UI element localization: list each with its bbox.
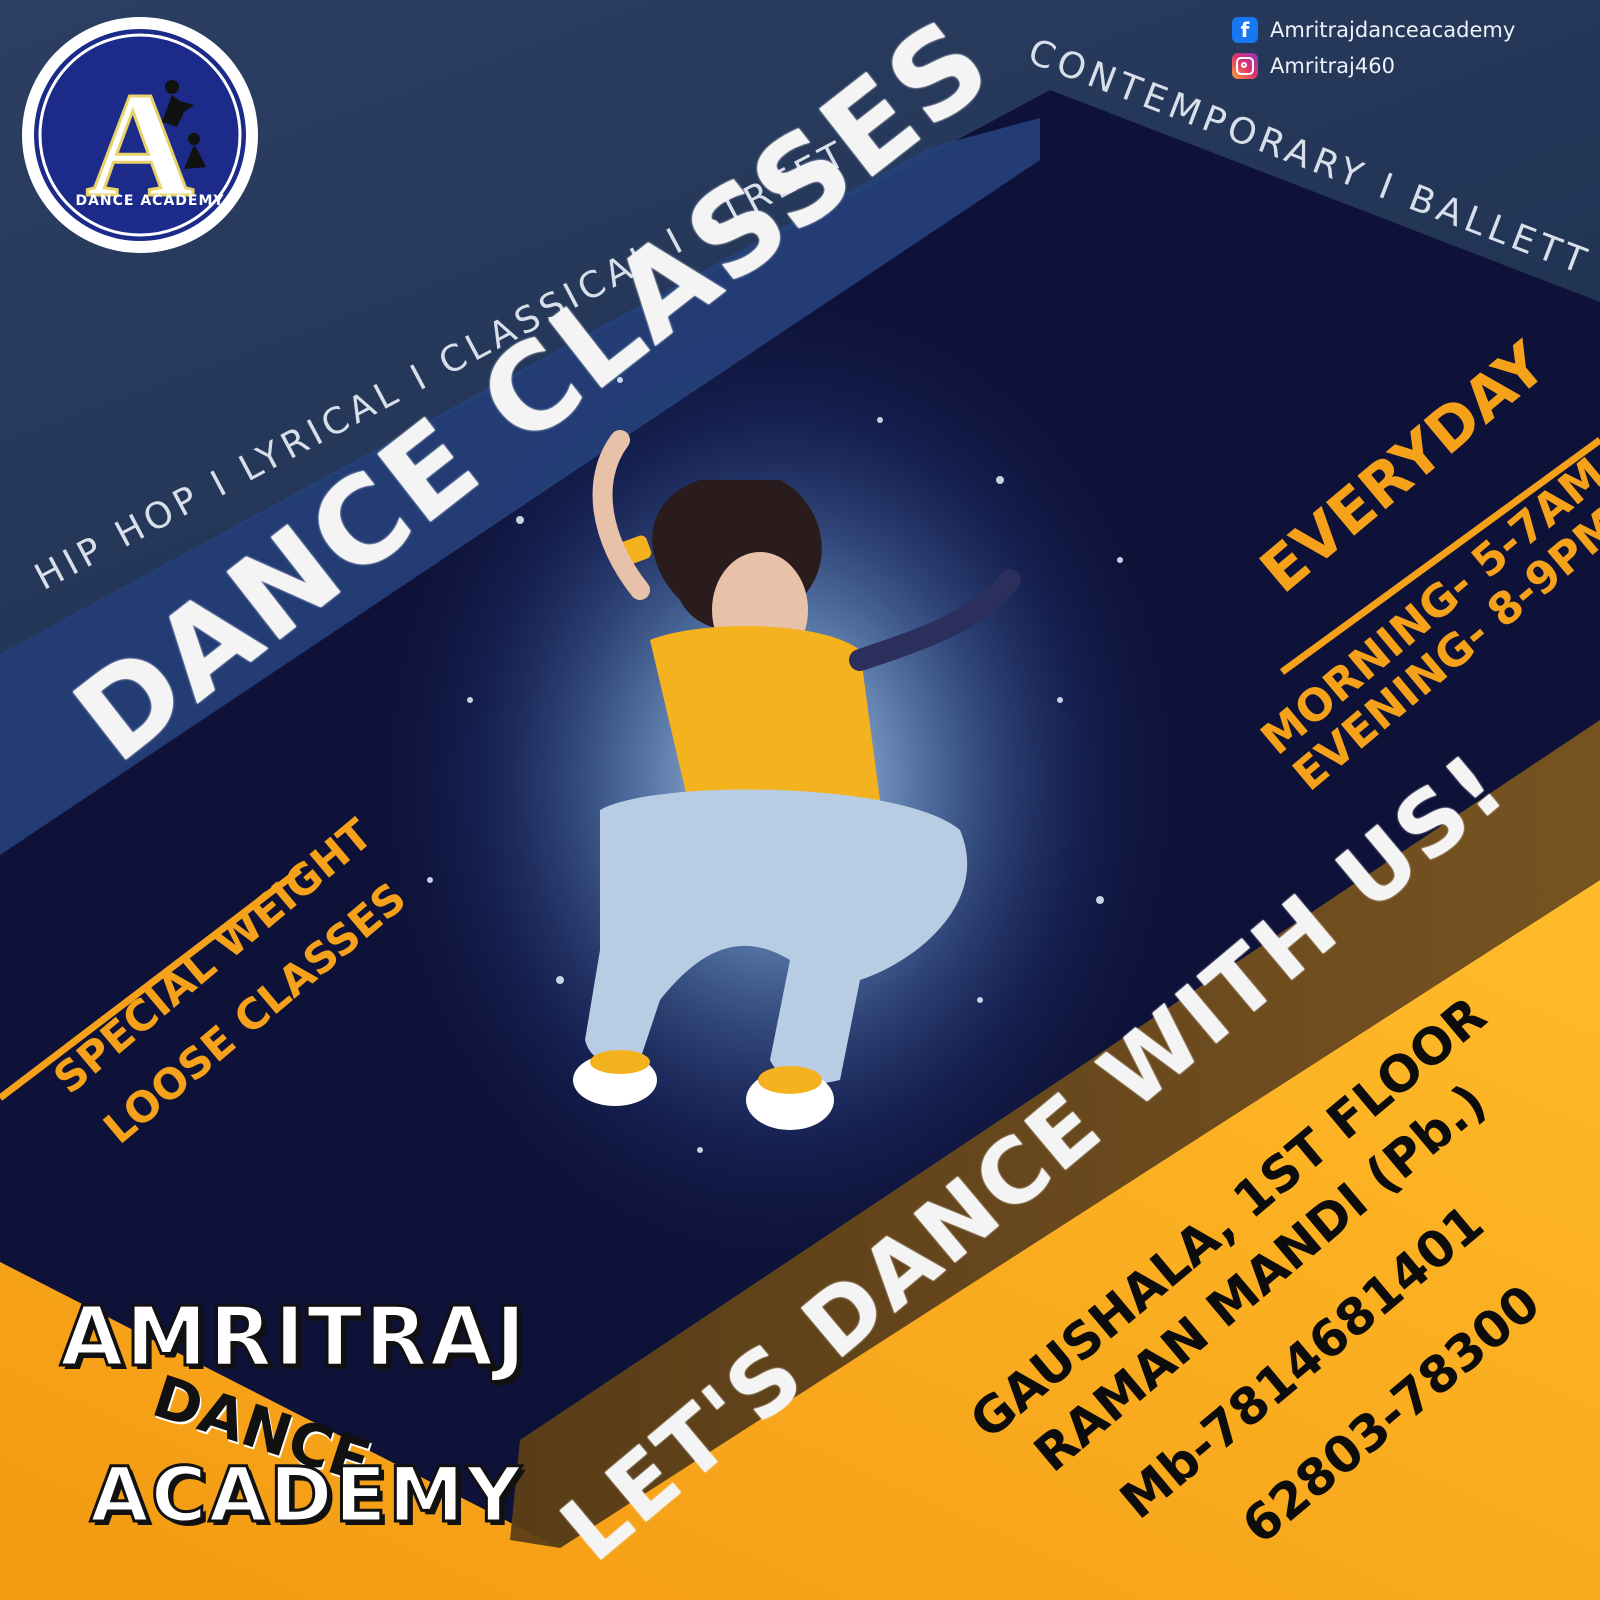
poster: A DANCE ACADEMY f Amritrajdanceacademy A…	[0, 0, 1600, 1600]
brand-last: ACADEMY	[88, 1449, 524, 1541]
academy-logo: A DANCE ACADEMY	[22, 17, 258, 253]
logo-text: DANCE ACADEMY	[75, 193, 224, 209]
brand-name: AMRITRAJ	[59, 1289, 528, 1387]
instagram-icon	[1232, 53, 1258, 79]
facebook-row[interactable]: f Amritrajdanceacademy	[1232, 12, 1515, 48]
facebook-handle: Amritrajdanceacademy	[1270, 18, 1516, 42]
facebook-icon: f	[1232, 17, 1258, 43]
instagram-handle: Amritraj460	[1270, 54, 1395, 78]
social-handles: f Amritrajdanceacademy Amritraj460	[1232, 12, 1515, 84]
instagram-row[interactable]: Amritraj460	[1232, 48, 1515, 84]
